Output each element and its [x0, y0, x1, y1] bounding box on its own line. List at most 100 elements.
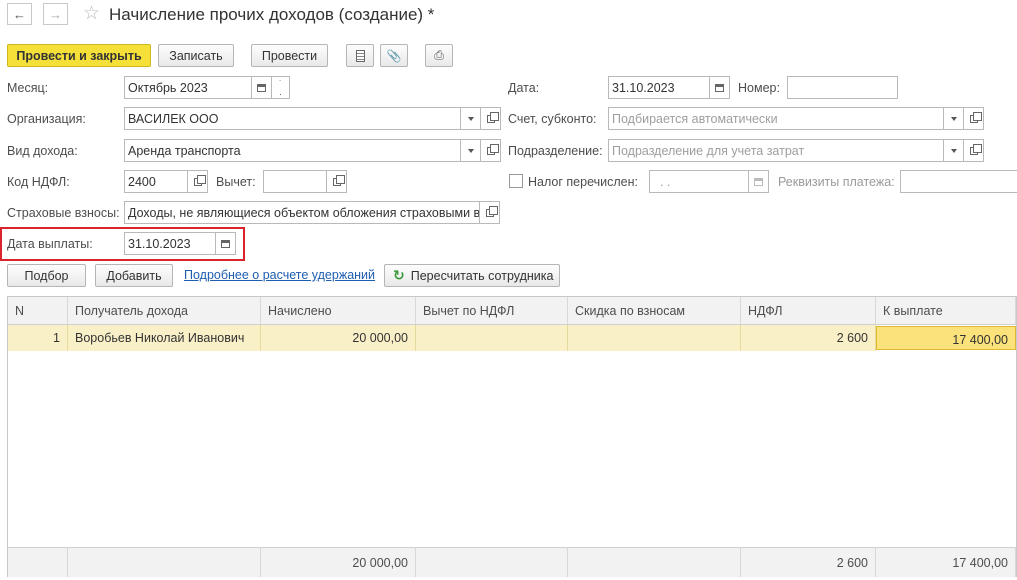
ndfl-code-label: Код НДФЛ: [7, 175, 70, 189]
date-field[interactable]: 31.10.2023 [608, 76, 711, 99]
calendar-icon [715, 83, 724, 92]
calendar-icon [257, 83, 266, 92]
date-calendar-button[interactable] [709, 76, 730, 99]
calendar-icon [754, 177, 763, 186]
ndfl-code-open-button[interactable] [187, 170, 208, 193]
division-dropdown-button[interactable] [943, 139, 964, 162]
column-header-accrued[interactable]: Начислено [261, 297, 416, 325]
back-button[interactable]: ← [7, 3, 32, 25]
star-icon[interactable]: ☆ [83, 2, 100, 25]
open-icon [969, 143, 982, 155]
month-field[interactable]: Октябрь 2023 [124, 76, 252, 99]
tax-transferred-calendar-button[interactable] [748, 170, 769, 193]
calendar-icon [221, 239, 230, 248]
cell-accrued: 20 000,00 [261, 325, 416, 351]
printer-icon: ⎙ [434, 48, 444, 62]
cell-recipient: Воробьев Николай Иванович [68, 325, 261, 351]
payment-date-label: Дата выплаты: [7, 237, 93, 251]
footer-recipient [68, 547, 261, 577]
column-header-ndfl[interactable]: НДФЛ [741, 297, 876, 325]
organization-label: Организация: [7, 112, 86, 126]
account-field[interactable]: Подбирается автоматически [608, 107, 945, 130]
column-header-payout[interactable]: К выплате [876, 297, 1016, 325]
division-label: Подразделение: [508, 144, 603, 158]
footer-n [8, 547, 68, 577]
open-icon [486, 111, 499, 123]
organization-open-button[interactable] [480, 107, 501, 130]
footer-discount [568, 547, 741, 577]
account-label: Счет, субконто: [508, 112, 597, 126]
arrow-right-icon: → [49, 6, 62, 22]
month-spinner[interactable]: ˙ . [271, 76, 290, 99]
add-button[interactable]: Добавить [95, 264, 173, 287]
total-ndfl: 2 600 [741, 547, 876, 577]
deduction-field[interactable] [263, 170, 327, 193]
organization-dropdown-button[interactable] [460, 107, 481, 130]
account-open-button[interactable] [963, 107, 984, 130]
attach-button[interactable]: 📎 [380, 44, 408, 67]
income-type-field[interactable]: Аренда транспорта [124, 139, 462, 162]
open-icon [486, 143, 499, 155]
column-header-discount[interactable]: Скидка по взносам [568, 297, 741, 325]
month-label: Месяц: [7, 81, 49, 95]
payment-details-label: Реквизиты платежа: [778, 175, 895, 189]
report-button[interactable] [346, 44, 374, 67]
chevron-down-icon [467, 116, 474, 121]
tax-transferred-date-field[interactable]: . . [649, 170, 749, 193]
deduction-open-button[interactable] [326, 170, 347, 193]
chevron-down-icon [467, 148, 474, 153]
print-button[interactable]: ⎙ [425, 44, 453, 67]
month-calendar-button[interactable] [251, 76, 272, 99]
chevron-down-icon [950, 148, 957, 153]
tax-transferred-label: Налог перечислен: [528, 175, 638, 189]
save-button[interactable]: Записать [158, 44, 234, 67]
division-open-button[interactable] [963, 139, 984, 162]
spin-down-icon: . [279, 86, 282, 97]
open-icon [969, 111, 982, 123]
page-title: Начисление прочих доходов (создание) * [109, 5, 435, 24]
arrow-left-icon: ← [13, 6, 26, 22]
income-type-dropdown-button[interactable] [460, 139, 481, 162]
open-icon [193, 174, 206, 186]
organization-field[interactable]: ВАСИЛЕК ООО [124, 107, 462, 130]
cell-payout[interactable]: 17 400,00 [876, 326, 1016, 350]
account-dropdown-button[interactable] [943, 107, 964, 130]
number-label: Номер: [738, 81, 780, 95]
recalculate-label: Пересчитать сотрудника [410, 268, 554, 283]
details-link[interactable]: Подробнее о расчете удержаний [184, 268, 375, 282]
accruals-table: N Получатель дохода Начислено Вычет по Н… [7, 296, 1017, 577]
division-field[interactable]: Подразделение для учета затрат [608, 139, 945, 162]
chevron-down-icon [950, 116, 957, 121]
open-icon [332, 174, 345, 186]
post-button[interactable]: Провести [251, 44, 328, 67]
recalculate-button[interactable]: ↻ Пересчитать сотрудника [384, 264, 560, 287]
deduction-label: Вычет: [216, 175, 256, 189]
date-label: Дата: [508, 81, 540, 95]
paperclip-icon: 📎 [386, 48, 402, 63]
insurance-field[interactable]: Доходы, не являющиеся объектом обложения… [124, 201, 480, 224]
cell-ndfl: 2 600 [741, 325, 876, 351]
payment-date-calendar-button[interactable] [215, 232, 236, 255]
open-icon [485, 205, 498, 217]
post-and-close-button[interactable]: Провести и закрыть [7, 44, 151, 67]
total-accrued: 20 000,00 [261, 547, 416, 577]
ndfl-code-field[interactable]: 2400 [124, 170, 188, 193]
column-header-n[interactable]: N [8, 297, 68, 325]
payment-details-field[interactable] [900, 170, 1017, 193]
total-payout: 17 400,00 [876, 547, 1016, 577]
income-type-open-button[interactable] [480, 139, 501, 162]
footer-deduction [416, 547, 568, 577]
select-button[interactable]: Подбор [7, 264, 86, 287]
cell-n: 1 [8, 325, 68, 351]
insurance-open-button[interactable] [479, 201, 500, 224]
forward-button[interactable]: → [43, 3, 68, 25]
column-header-deduction[interactable]: Вычет по НДФЛ [416, 297, 568, 325]
tax-transferred-checkbox[interactable] [509, 174, 523, 188]
column-header-recipient[interactable]: Получатель дохода [68, 297, 261, 325]
document-icon [355, 49, 365, 62]
number-field[interactable] [787, 76, 898, 99]
income-type-label: Вид дохода: [7, 144, 78, 158]
payment-date-field[interactable]: 31.10.2023 [124, 232, 217, 255]
cell-deduction [416, 325, 568, 351]
cell-discount [568, 325, 741, 351]
